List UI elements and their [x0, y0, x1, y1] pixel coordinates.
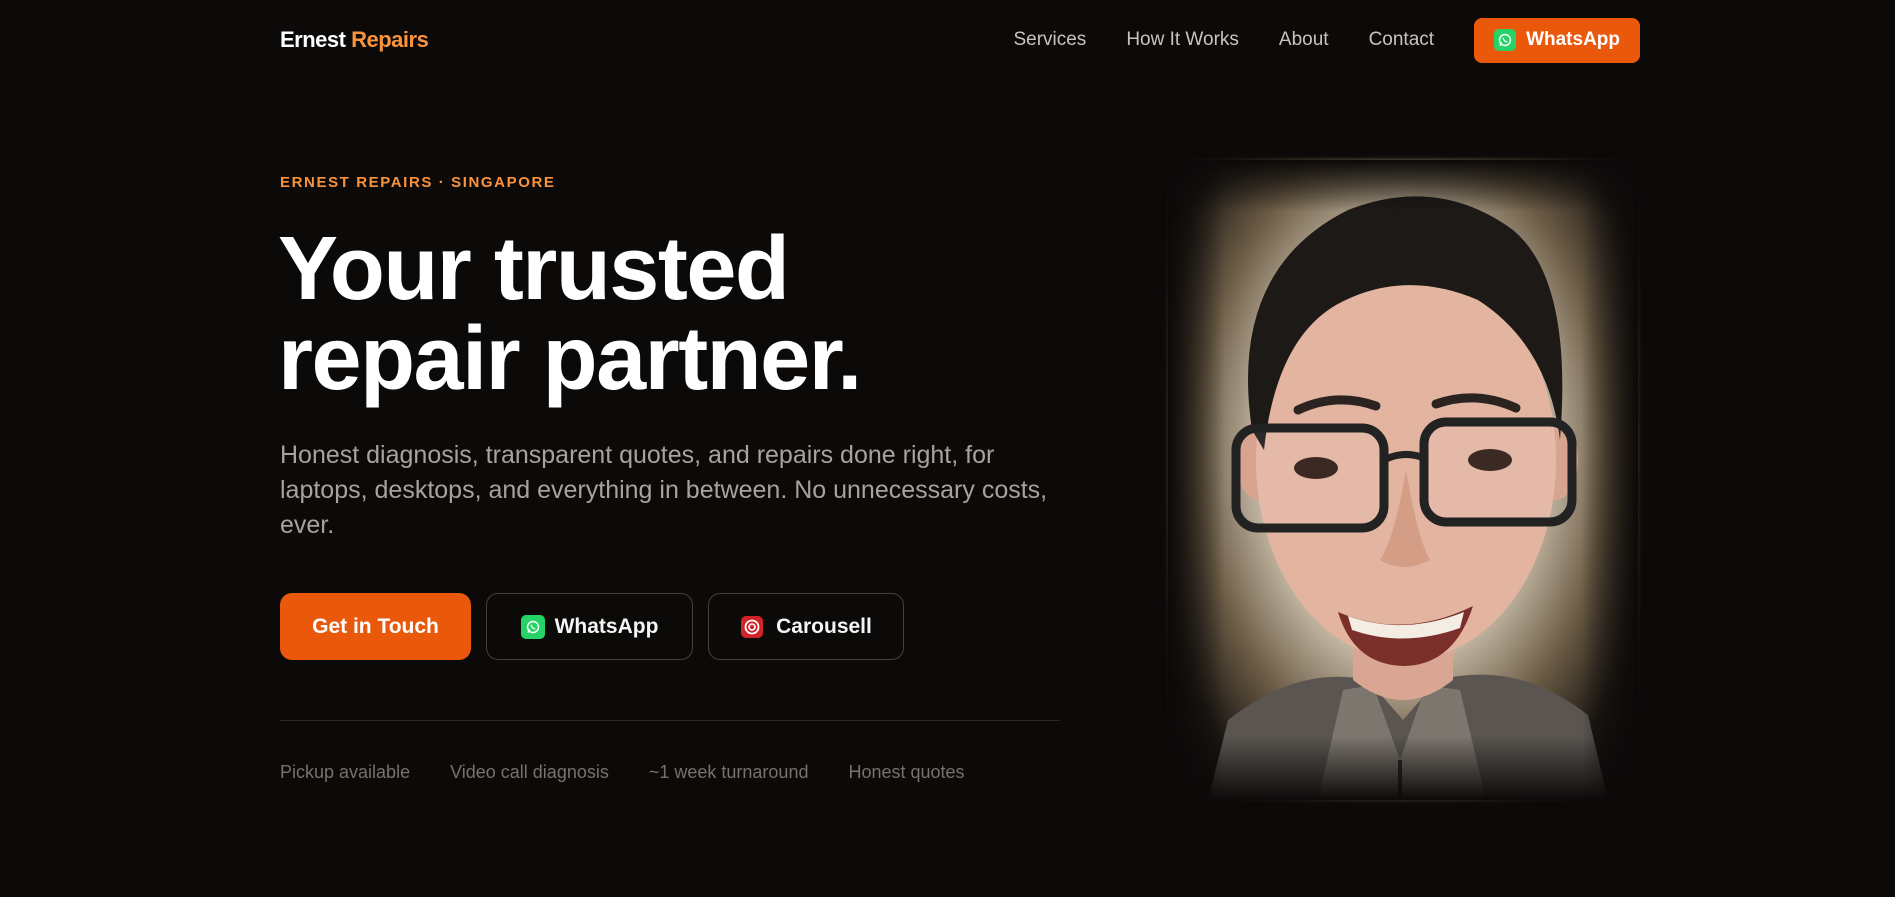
nav-link-about[interactable]: About	[1279, 29, 1329, 51]
carousell-button-label: Carousell	[776, 614, 872, 638]
whatsapp-button-label: WhatsApp	[554, 614, 659, 638]
hero-cta-group: Get in Touch WhatsApp Carousell	[280, 593, 904, 660]
get-in-touch-label: Get in Touch	[312, 614, 439, 638]
hero-subtext: Honest diagnosis, transparent quotes, an…	[280, 441, 1048, 539]
nav-link-contact[interactable]: Contact	[1369, 29, 1434, 51]
brand-name-second: Repairs	[351, 27, 429, 52]
headline-line-1: Your trusted	[278, 219, 790, 319]
brand-logo[interactable]: Ernest Repairs	[280, 27, 429, 53]
hero-eyebrow: ERNEST REPAIRS · SINGAPORE	[280, 174, 556, 191]
whatsapp-icon	[1494, 29, 1517, 51]
headline-line-2: repair partner.	[278, 309, 862, 409]
feature-turnaround: ~1 week turnaround	[648, 762, 809, 782]
feature-honest-quotes: Honest quotes	[848, 762, 965, 782]
portrait-edge-fade	[1168, 160, 1638, 800]
hero-headline: Your trusted repair partner.	[278, 224, 1038, 404]
carousell-button[interactable]: Carousell	[708, 593, 904, 660]
whatsapp-icon	[520, 614, 545, 639]
feature-video-diagnosis: Video call diagnosis	[450, 762, 609, 782]
get-in-touch-button[interactable]: Get in Touch	[280, 593, 471, 660]
nav-whatsapp-label: WhatsApp	[1526, 29, 1620, 50]
page: Ernest Repairs Services How It Works Abo…	[0, 0, 1895, 897]
feature-pickup: Pickup available	[280, 762, 411, 782]
hero-divider	[280, 720, 1060, 721]
nav-links: Services How It Works About Contact What…	[973, 17, 1640, 63]
whatsapp-button[interactable]: WhatsApp	[486, 593, 693, 660]
brand-name-first: Ernest	[280, 27, 346, 52]
nav-link-services[interactable]: Services	[1013, 29, 1086, 51]
owner-portrait	[1168, 160, 1638, 800]
carousell-icon	[740, 615, 764, 639]
nav-whatsapp-button[interactable]: WhatsApp	[1474, 17, 1640, 63]
top-nav: Ernest Repairs Services How It Works Abo…	[280, 17, 1640, 63]
feature-list: Pickup available Video call diagnosis ~1…	[280, 762, 1005, 783]
nav-link-how-it-works[interactable]: How It Works	[1126, 29, 1239, 51]
